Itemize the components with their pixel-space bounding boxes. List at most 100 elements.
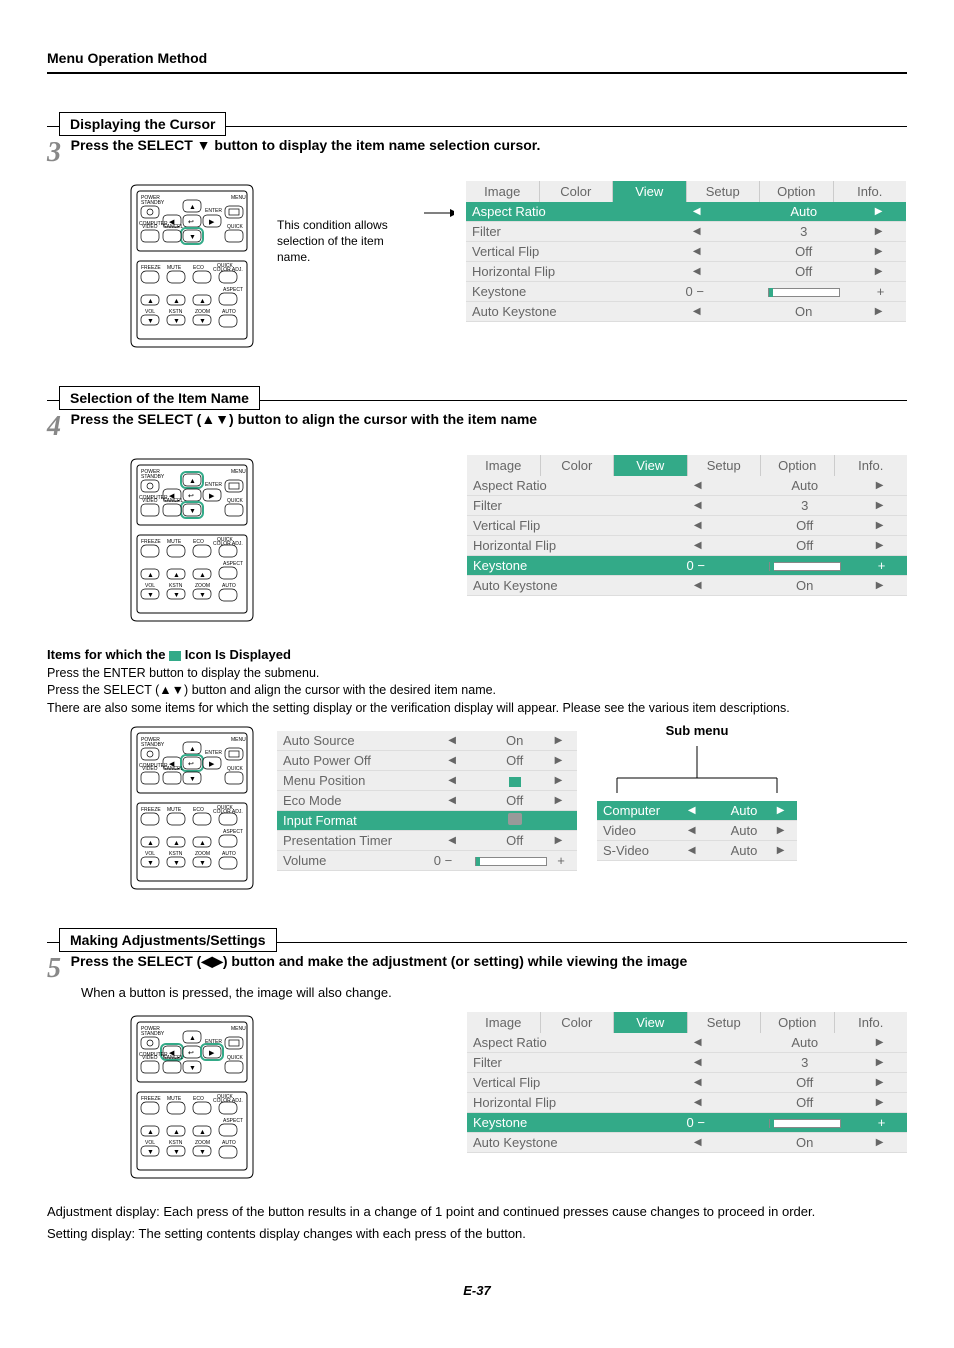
step-number-4: 4 — [47, 411, 61, 443]
header-rule — [47, 72, 907, 74]
osd-tab-image: Image — [466, 181, 540, 202]
osd-view-menu-3: Image Color View Setup Option Info. Aspe… — [466, 181, 906, 322]
svg-text:CANCEL: CANCEL — [163, 766, 184, 772]
svg-text:▼: ▼ — [173, 592, 180, 599]
remote-diagram-submenu: POWERSTANDBY MENU ▲ ◀ ↩ ▶ ▼ COMPUTERENTE… — [127, 723, 257, 896]
svg-text:▲: ▲ — [173, 572, 180, 579]
svg-text:QUICK: QUICK — [227, 498, 244, 504]
svg-text:▲: ▲ — [173, 298, 180, 305]
svg-text:▲: ▲ — [199, 1129, 206, 1136]
svg-text:ASPECT: ASPECT — [223, 829, 243, 835]
osd-tab-color: Color — [540, 181, 614, 202]
svg-text:ASPECT: ASPECT — [223, 1118, 243, 1124]
svg-text:STANDBY: STANDBY — [141, 742, 165, 748]
notes-line-1: Press the ENTER button to display the su… — [47, 666, 319, 680]
osd-tab-setup: Setup — [687, 181, 761, 202]
svg-text:ZOOM: ZOOM — [195, 583, 210, 589]
svg-text:▼: ▼ — [189, 1065, 196, 1072]
svg-text:VIDEO: VIDEO — [142, 766, 158, 772]
osd-view-menu-4: Image Color View Setup Option Info. Aspe… — [467, 455, 907, 596]
svg-text:VIDEO: VIDEO — [142, 498, 158, 504]
svg-text:VOL: VOL — [145, 1140, 155, 1146]
svg-text:▼: ▼ — [199, 1149, 206, 1156]
running-header: Menu Operation Method — [47, 50, 907, 66]
body-text-2: Setting display: The setting contents di… — [47, 1225, 907, 1243]
svg-text:KSTN: KSTN — [169, 309, 183, 315]
svg-text:AUTO: AUTO — [222, 851, 236, 857]
svg-text:KSTN: KSTN — [169, 851, 183, 857]
svg-text:ZOOM: ZOOM — [195, 1140, 210, 1146]
svg-text:↩: ↩ — [188, 1050, 194, 1057]
notes-line-2: Press the SELECT (▲▼) button and align t… — [47, 683, 496, 697]
svg-text:VOL: VOL — [145, 583, 155, 589]
svg-text:MENU: MENU — [231, 1026, 246, 1032]
svg-text:FREEZE: FREEZE — [141, 807, 161, 813]
step-number-5: 5 — [47, 953, 61, 985]
svg-text:ECO: ECO — [193, 265, 204, 271]
svg-text:CANCEL: CANCEL — [163, 224, 184, 230]
section-title-adjustments: Making Adjustments/Settings — [59, 928, 277, 952]
svg-text:AUTO: AUTO — [222, 309, 236, 315]
svg-text:ASPECT: ASPECT — [223, 287, 243, 293]
svg-text:▼: ▼ — [199, 318, 206, 325]
step-text-4: Press the SELECT (▲▼) button to align th… — [71, 411, 537, 427]
svg-text:CANCEL: CANCEL — [163, 498, 184, 504]
svg-text:↩: ↩ — [188, 493, 194, 500]
svg-text:ECO: ECO — [193, 1096, 204, 1102]
svg-text:MUTE: MUTE — [167, 807, 182, 813]
enter-icon — [169, 651, 181, 661]
svg-text:▶: ▶ — [209, 493, 215, 500]
svg-text:▼: ▼ — [199, 592, 206, 599]
enter-icon — [508, 813, 522, 825]
svg-text:▲: ▲ — [199, 298, 206, 305]
svg-text:VOL: VOL — [145, 309, 155, 315]
svg-text:FREEZE: FREEZE — [141, 539, 161, 545]
svg-text:↩: ↩ — [188, 219, 194, 226]
section-title-selection-item: Selection of the Item Name — [59, 386, 260, 410]
svg-text:QUICK: QUICK — [227, 1055, 244, 1061]
step-text-5: Press the SELECT (◀▶) button and make th… — [71, 953, 688, 969]
osd-tab-info: Info. — [834, 181, 907, 202]
svg-text:▼: ▼ — [147, 1149, 154, 1156]
svg-text:VIDEO: VIDEO — [142, 224, 158, 230]
svg-text:▶: ▶ — [209, 1050, 215, 1057]
osd-tab-view: View — [613, 181, 687, 202]
remote-diagram-5: POWERSTANDBY MENU ▲ ◀ ↩ ▶ ▼ COMPUTERENTE… — [127, 1012, 257, 1185]
svg-text:▲: ▲ — [173, 840, 180, 847]
step-text-3: Press the SELECT ▼ button to display the… — [71, 137, 541, 153]
svg-text:STANDBY: STANDBY — [141, 474, 165, 480]
section-title-displaying-cursor: Displaying the Cursor — [59, 112, 226, 136]
svg-text:▲: ▲ — [147, 572, 154, 579]
svg-text:▼: ▼ — [173, 860, 180, 867]
osd-setup-menu: Auto SourceOn Auto Power OffOff Menu Pos… — [277, 731, 577, 871]
svg-text:AUTO: AUTO — [222, 583, 236, 589]
svg-text:MENU: MENU — [231, 737, 246, 743]
osd-row-aspect: Aspect Ratio Auto — [466, 202, 906, 222]
svg-text:▶: ▶ — [209, 219, 215, 226]
svg-text:CANCEL: CANCEL — [163, 1055, 184, 1061]
svg-text:↩: ↩ — [188, 761, 194, 768]
notes-line-3: There are also some items for which the … — [47, 701, 790, 715]
pointer-arrow — [424, 191, 454, 241]
svg-text:VOL: VOL — [145, 851, 155, 857]
svg-text:FREEZE: FREEZE — [141, 265, 161, 271]
page-number: E-37 — [47, 1283, 907, 1298]
osd-tab-option: Option — [760, 181, 834, 202]
remote-diagram-4: POWERSTANDBY MENU ▲ ◀ ↩ ▶ ▼ COMPUTERENTE… — [127, 455, 257, 628]
step-number-3: 3 — [47, 137, 61, 169]
svg-text:▲: ▲ — [147, 840, 154, 847]
svg-text:▼: ▼ — [199, 860, 206, 867]
svg-text:▲: ▲ — [189, 746, 196, 753]
svg-text:▲: ▲ — [189, 1035, 196, 1042]
svg-text:ENTER: ENTER — [205, 1039, 222, 1045]
svg-text:MENU: MENU — [231, 469, 246, 475]
svg-text:MUTE: MUTE — [167, 1096, 182, 1102]
svg-text:▼: ▼ — [173, 318, 180, 325]
body-text-1: Adjustment display: Each press of the bu… — [47, 1203, 907, 1221]
svg-text:▲: ▲ — [189, 478, 196, 485]
svg-text:MENU: MENU — [231, 195, 246, 201]
svg-text:▼: ▼ — [189, 234, 196, 241]
svg-text:KSTN: KSTN — [169, 1140, 183, 1146]
submenu-pointer — [597, 738, 797, 798]
step3-caption: This condition allows selection of the i… — [277, 217, 412, 266]
